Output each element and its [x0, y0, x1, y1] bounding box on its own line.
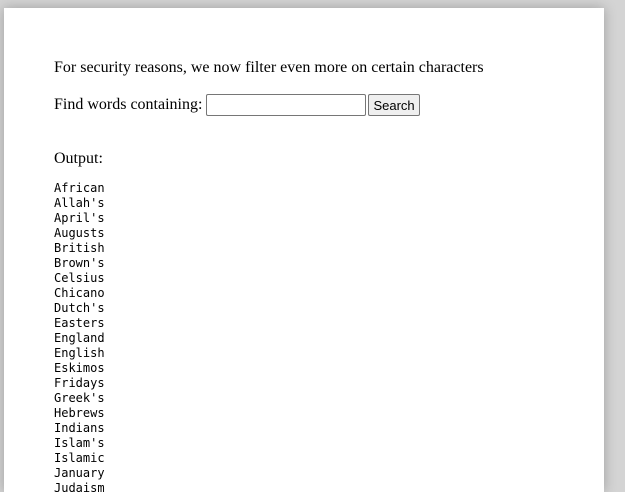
- output-word: Greek's: [54, 391, 105, 405]
- output-word: Chicano: [54, 286, 105, 300]
- output-word: English: [54, 346, 105, 360]
- output-word: Dutch's: [54, 301, 105, 315]
- output-word: Augusts: [54, 226, 105, 240]
- output-word: April's: [54, 211, 105, 225]
- page: For security reasons, we now filter even…: [4, 8, 604, 492]
- output-word: Brown's: [54, 256, 105, 270]
- output-word: Easters: [54, 316, 105, 330]
- output-word: Islam's: [54, 436, 105, 450]
- output-word: Celsius: [54, 271, 105, 285]
- output-word: Eskimos: [54, 361, 105, 375]
- output-word: Islamic: [54, 451, 105, 465]
- main-content: For security reasons, we now filter even…: [54, 58, 604, 492]
- search-button[interactable]: Search: [368, 94, 420, 116]
- search-input[interactable]: [206, 94, 367, 116]
- output-word: Judaism: [54, 481, 105, 492]
- output-word: England: [54, 331, 105, 345]
- output-word: January: [54, 466, 105, 480]
- output-word: Fridays: [54, 376, 105, 390]
- output-label: Output:: [54, 150, 103, 167]
- security-notice: For security reasons, we now filter even…: [54, 59, 484, 76]
- output-word: African: [54, 181, 105, 195]
- output-word: Indians: [54, 421, 105, 435]
- output-word-list: African Allah's April's Augusts British Brown…: [54, 181, 604, 492]
- output-word: Allah's: [54, 196, 105, 210]
- search-form: Find words containing: Search: [54, 94, 604, 116]
- search-label: Find words containing:: [54, 96, 203, 113]
- output-word: British: [54, 241, 105, 255]
- output-word: Hebrews: [54, 406, 105, 420]
